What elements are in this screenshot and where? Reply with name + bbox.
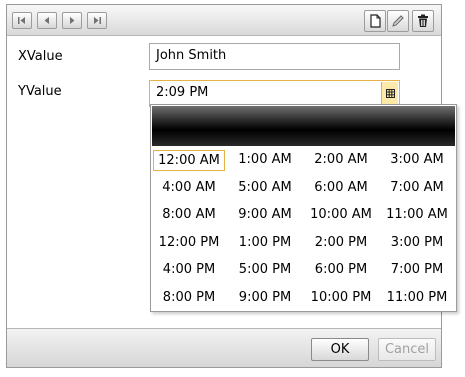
time-option[interactable]: 9:00 AM [229,205,301,226]
time-option[interactable]: 12:00 PM [153,233,225,254]
last-record-icon [94,17,101,24]
time-option[interactable]: 1:00 PM [229,233,301,254]
time-option[interactable]: 7:00 AM [381,178,453,199]
navigation-toolbar [7,5,441,36]
time-option[interactable]: 10:00 PM [305,288,377,309]
time-option[interactable]: 10:00 AM [305,205,377,226]
first-record-icon [18,17,25,24]
time-option[interactable]: 3:00 AM [381,150,453,171]
time-option[interactable]: 2:00 AM [305,150,377,171]
ok-button[interactable]: OK [311,338,369,361]
new-record-button[interactable] [364,10,386,32]
delete-icon [418,14,428,27]
edit-icon [392,15,404,27]
edit-record-button[interactable] [387,10,409,32]
yvalue-label: YValue [18,84,62,99]
calendar-grid-icon [385,89,395,98]
time-option[interactable]: 1:00 AM [229,150,301,171]
next-record-button[interactable] [62,12,82,29]
time-picker-button[interactable] [381,82,398,105]
new-record-icon [370,14,381,28]
time-option[interactable]: 4:00 PM [153,260,225,281]
yvalue-time-text: 2:09 PM [156,85,209,100]
time-option[interactable]: 8:00 PM [153,288,225,309]
time-option[interactable]: 3:00 PM [381,233,453,254]
time-picker-header [152,106,455,146]
time-option[interactable]: 7:00 PM [381,260,453,281]
first-record-button[interactable] [12,12,32,29]
xvalue-input[interactable]: John Smith [149,43,400,70]
time-option[interactable]: 9:00 PM [229,288,301,309]
time-option[interactable]: 5:00 PM [229,260,301,281]
time-option[interactable]: 6:00 PM [305,260,377,281]
time-option[interactable]: 11:00 PM [381,288,453,309]
previous-record-button[interactable] [37,12,57,29]
previous-record-icon [44,17,49,24]
xvalue-label: XValue [18,49,63,64]
time-option[interactable]: 12:00 AM [153,150,225,171]
last-record-button[interactable] [87,12,107,29]
time-option[interactable]: 11:00 AM [381,205,453,226]
time-option[interactable]: 2:00 PM [305,233,377,254]
delete-record-button[interactable] [412,10,434,32]
time-option[interactable]: 6:00 AM [305,178,377,199]
cancel-button[interactable]: Cancel [378,338,436,361]
yvalue-time-input[interactable]: 2:09 PM [149,80,400,107]
time-option[interactable]: 4:00 AM [153,178,225,199]
next-record-icon [70,17,75,24]
dialog-footer: OK Cancel [7,328,441,367]
time-option[interactable]: 8:00 AM [153,205,225,226]
time-picker-dropdown: 12:00 AM 1:00 AM 2:00 AM 3:00 AM 4:00 AM 5:00… [150,104,457,312]
time-option[interactable]: 5:00 AM [229,178,301,199]
